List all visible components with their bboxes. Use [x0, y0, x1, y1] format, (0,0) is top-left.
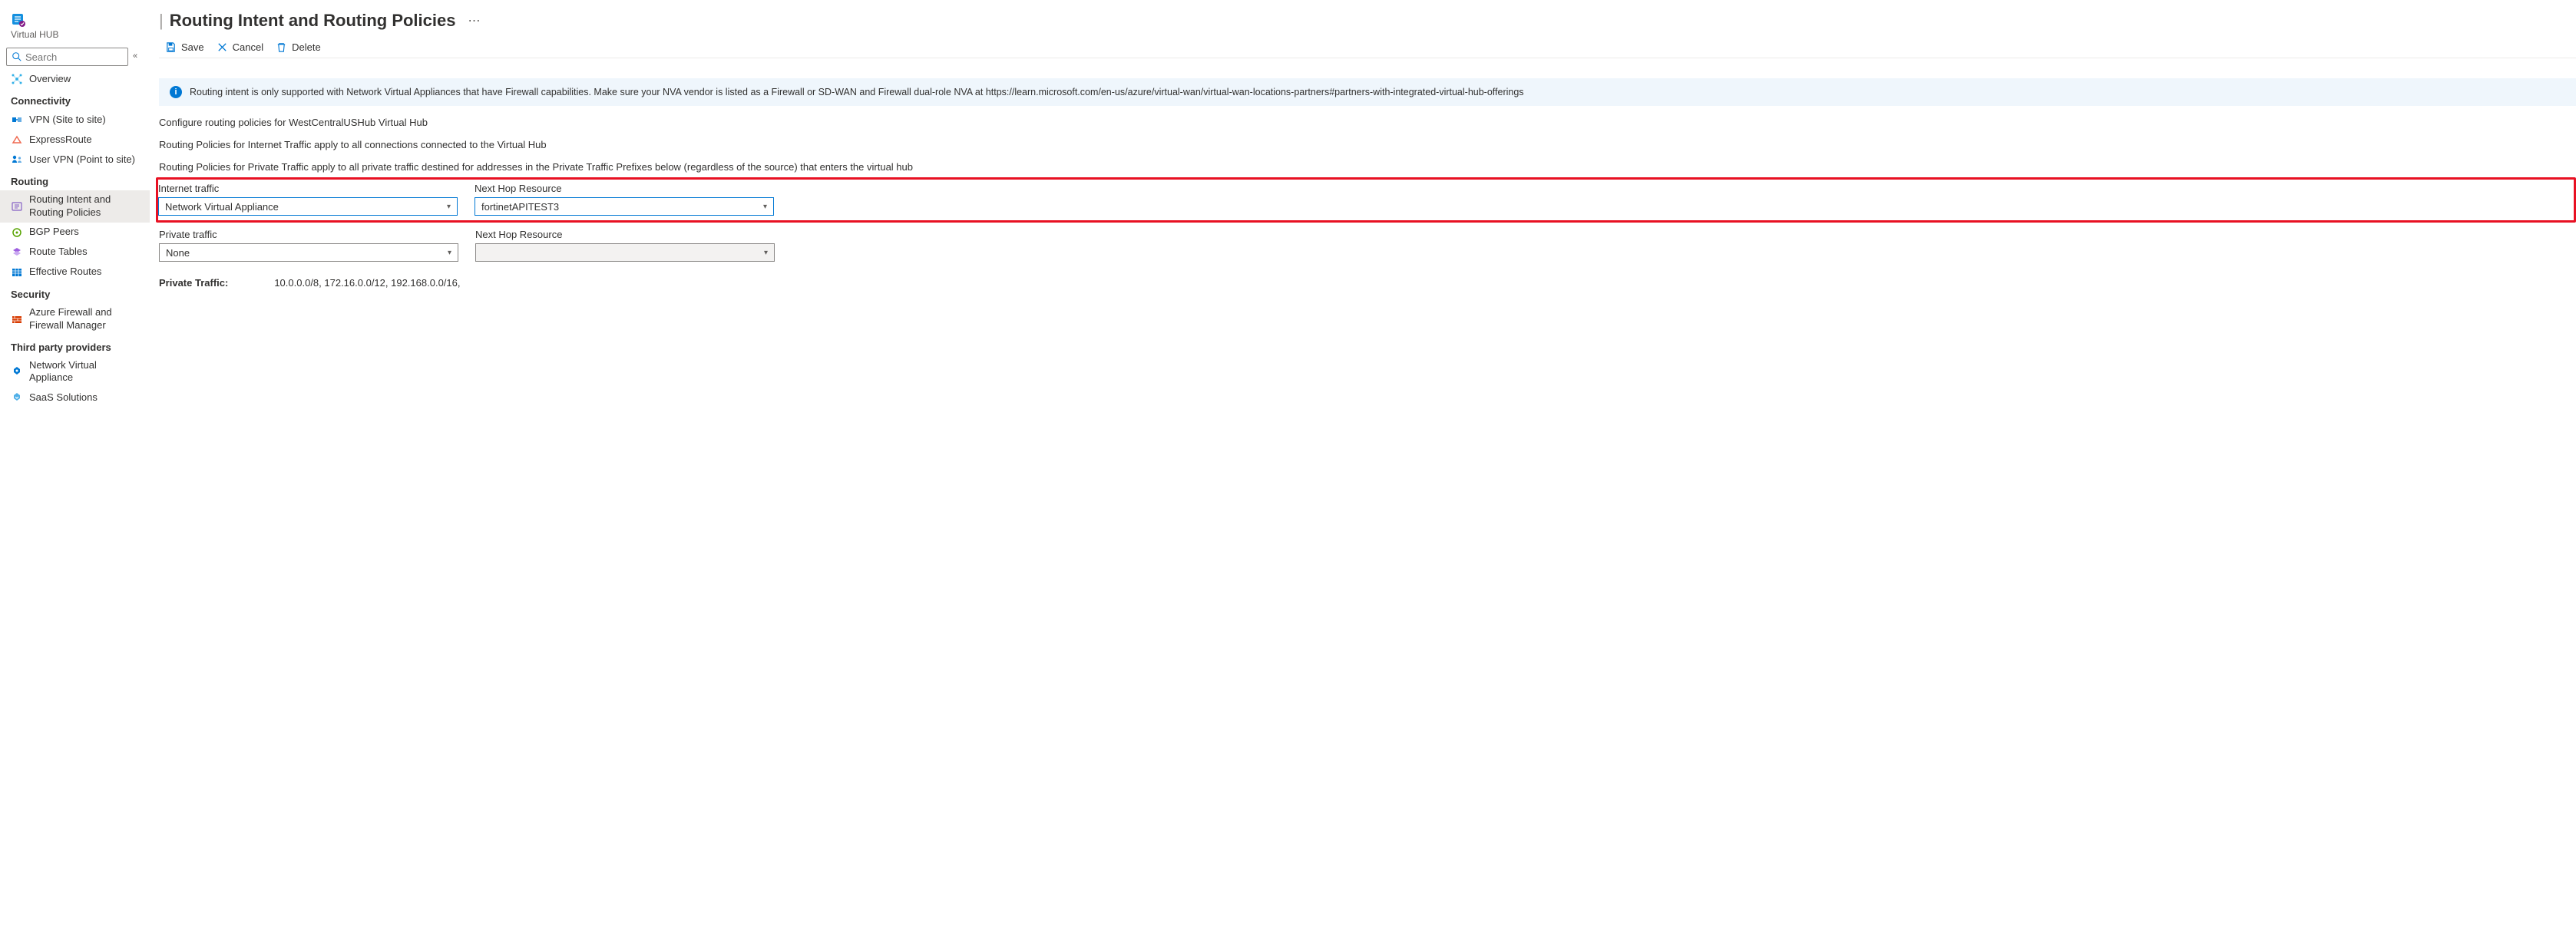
internet-nexthop-label: Next Hop Resource	[475, 183, 774, 194]
private-traffic-row: Private traffic None ▾ Next Hop Resource…	[159, 224, 2576, 266]
private-traffic-value: None	[166, 247, 190, 259]
chevron-down-icon: ▾	[448, 249, 451, 257]
search-input[interactable]	[25, 51, 123, 63]
private-prefixes-row: Private Traffic: 10.0.0.0/8, 172.16.0.0/…	[159, 277, 2576, 289]
internet-nexthop-value: fortinetAPITEST3	[481, 201, 559, 213]
save-button[interactable]: Save	[165, 41, 204, 53]
sidebar-search[interactable]	[6, 48, 128, 66]
info-banner: i Routing intent is only supported with …	[159, 78, 2576, 106]
sidebar-item-expressroute[interactable]: ExpressRoute	[0, 130, 150, 150]
nva-icon	[11, 365, 23, 378]
section-thirdparty: Third party providers	[0, 335, 150, 356]
bgp-icon	[11, 226, 23, 239]
delete-label: Delete	[292, 41, 321, 53]
sidebar-item-overview[interactable]: Overview	[0, 69, 150, 89]
sidebar-item-bgp-peers[interactable]: BGP Peers	[0, 223, 150, 243]
desc-line-3: Routing Policies for Private Traffic app…	[159, 161, 2576, 173]
private-nexthop-select: ▾	[475, 243, 775, 262]
search-icon	[12, 51, 22, 62]
collapse-sidebar-icon[interactable]: «	[133, 51, 144, 62]
private-prefixes-label: Private Traffic:	[159, 277, 228, 289]
section-routing: Routing	[0, 170, 150, 190]
main-content: | Routing Intent and Routing Policies ⋯ …	[150, 0, 2576, 414]
sidebar-item-user-vpn[interactable]: User VPN (Point to site)	[0, 150, 150, 170]
vpn-icon	[11, 114, 23, 126]
hub-label: Virtual HUB	[11, 29, 58, 40]
nav-label: ExpressRoute	[29, 134, 92, 147]
cancel-icon	[217, 41, 228, 53]
save-icon	[165, 41, 177, 53]
private-prefixes-value: 10.0.0.0/8, 172.16.0.0/12, 192.168.0.0/1…	[274, 277, 460, 289]
sidebar-item-vpn-site[interactable]: VPN (Site to site)	[0, 110, 150, 130]
virtual-hub-icon	[11, 12, 26, 28]
expressroute-icon	[11, 134, 23, 146]
delete-button[interactable]: Delete	[276, 41, 321, 53]
private-traffic-select[interactable]: None ▾	[159, 243, 458, 262]
effective-routes-icon	[11, 266, 23, 279]
nav-label: Network Virtual Appliance	[29, 359, 139, 385]
hub-header: Virtual HUB	[0, 6, 150, 45]
nav-label: SaaS Solutions	[29, 391, 98, 404]
sidebar-item-nva[interactable]: Network Virtual Appliance	[0, 356, 150, 388]
sidebar-item-effective-routes[interactable]: Effective Routes	[0, 262, 150, 282]
toolbar: Save Cancel Delete	[159, 37, 2576, 58]
chevron-down-icon: ▾	[763, 203, 767, 211]
sidebar-item-routing-intent[interactable]: Routing Intent and Routing Policies	[0, 190, 150, 223]
section-connectivity: Connectivity	[0, 89, 150, 110]
sidebar: Virtual HUB « Overview Connectivity VPN …	[0, 0, 150, 414]
cancel-label: Cancel	[233, 41, 263, 53]
nav-label: Route Tables	[29, 246, 88, 259]
user-vpn-icon	[11, 153, 23, 166]
nav-label: Azure Firewall and Firewall Manager	[29, 306, 139, 332]
title-row: | Routing Intent and Routing Policies ⋯	[159, 6, 2576, 37]
info-text: Routing intent is only supported with Ne…	[190, 87, 1524, 97]
title-pipe: |	[159, 11, 164, 31]
section-security: Security	[0, 282, 150, 303]
more-icon[interactable]: ⋯	[461, 13, 480, 28]
internet-traffic-label: Internet traffic	[158, 183, 458, 194]
firewall-icon	[11, 313, 23, 325]
desc-line-2: Routing Policies for Internet Traffic ap…	[159, 139, 2576, 150]
desc-line-1: Configure routing policies for WestCentr…	[159, 117, 2576, 128]
routing-intent-icon	[11, 200, 23, 213]
internet-nexthop-select[interactable]: fortinetAPITEST3 ▾	[475, 197, 774, 216]
internet-traffic-value: Network Virtual Appliance	[165, 201, 279, 213]
nav-label: Routing Intent and Routing Policies	[29, 193, 139, 219]
overview-icon	[11, 73, 23, 85]
save-label: Save	[181, 41, 204, 53]
internet-traffic-select[interactable]: Network Virtual Appliance ▾	[158, 197, 458, 216]
nav-label: Overview	[29, 73, 71, 86]
internet-traffic-row: Internet traffic Network Virtual Applian…	[156, 177, 2576, 223]
cancel-button[interactable]: Cancel	[217, 41, 263, 53]
nav-label: User VPN (Point to site)	[29, 153, 135, 167]
delete-icon	[276, 41, 287, 53]
chevron-down-icon: ▾	[447, 203, 451, 211]
info-icon: i	[170, 86, 182, 98]
sidebar-item-azure-firewall[interactable]: Azure Firewall and Firewall Manager	[0, 303, 150, 335]
private-nexthop-label: Next Hop Resource	[475, 229, 775, 240]
page-title: Routing Intent and Routing Policies	[170, 11, 456, 31]
private-traffic-label: Private traffic	[159, 229, 458, 240]
nav-label: VPN (Site to site)	[29, 114, 106, 127]
route-tables-icon	[11, 246, 23, 259]
sidebar-item-route-tables[interactable]: Route Tables	[0, 243, 150, 262]
chevron-down-icon: ▾	[764, 249, 768, 257]
saas-icon	[11, 391, 23, 404]
nav-label: BGP Peers	[29, 226, 79, 239]
sidebar-item-saas[interactable]: SaaS Solutions	[0, 388, 150, 408]
nav-label: Effective Routes	[29, 266, 101, 279]
